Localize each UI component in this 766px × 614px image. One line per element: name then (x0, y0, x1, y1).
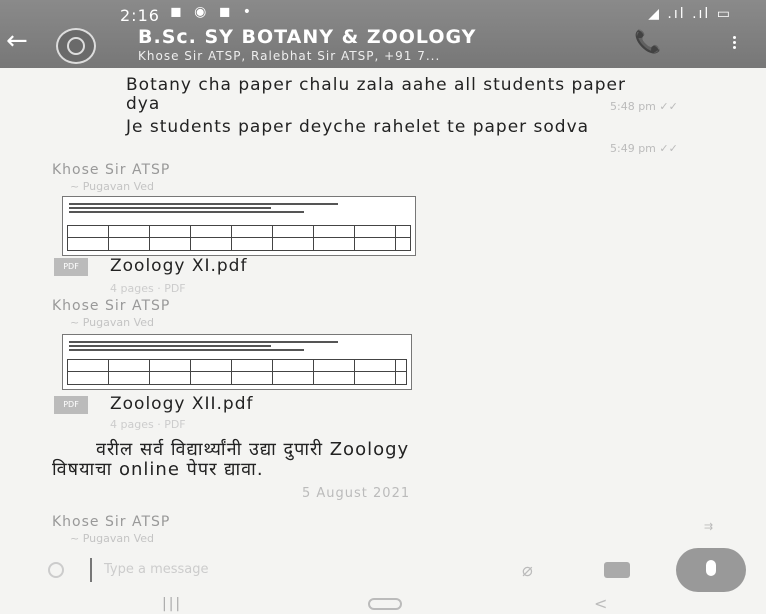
message-input[interactable]: Type a message (84, 558, 384, 584)
attach-icon[interactable]: ⌀ (522, 560, 552, 581)
camera-icon[interactable] (604, 562, 630, 578)
file-meta: 4 pages · PDF (110, 282, 186, 295)
back-icon[interactable]: < (594, 594, 607, 613)
sender-subname: ~ Pugavan Ved (70, 316, 154, 329)
more-options-icon[interactable] (730, 34, 738, 56)
file-meta: 4 pages · PDF (110, 418, 186, 431)
document-preview[interactable] (62, 196, 416, 256)
sender-subname: ~ Pugavan Ved (70, 180, 154, 193)
back-arrow-icon[interactable]: ← (6, 28, 28, 54)
chat-participants[interactable]: Khose Sir ATSP, Ralebhat Sir ATSP, +91 7… (138, 49, 440, 63)
forward-icon[interactable]: ⇉ (704, 520, 713, 533)
file-name[interactable]: Zoology XI.pdf (110, 256, 247, 276)
sender-subname: ~ Pugavan Ved (70, 532, 154, 545)
message-text: Je students paper deyche rahelet te pape… (126, 117, 590, 137)
message-text: वरील सर्व विद्यार्थ्यांनी उद्या दुपारी Z… (96, 439, 410, 460)
emoji-icon[interactable] (48, 562, 64, 578)
pdf-file-icon: PDF (54, 258, 88, 276)
message-time: 5:48 pm ✓✓ (610, 100, 678, 113)
chat-header: 2:16 ◼ ◉ ◼ • ◢ .ıl .ıl ▭ ← B.Sc. SY BOTA… (0, 0, 766, 68)
status-notification-icons: ◼ ◉ ◼ • (170, 4, 256, 20)
status-time: 2:16 (120, 6, 160, 25)
mic-button[interactable] (676, 548, 746, 592)
sender-name: Khose Sir ATSP (52, 514, 171, 530)
chat-title[interactable]: B.Sc. SY BOTANY & ZOOLOGY (138, 26, 476, 48)
file-name[interactable]: Zoology XII.pdf (110, 394, 253, 414)
date-separator: 5 August 2021 (302, 486, 411, 501)
status-signal-icons: ◢ .ıl .ıl ▭ (648, 6, 732, 22)
recent-apps-icon[interactable]: ||| (162, 596, 182, 612)
sender-name: Khose Sir ATSP (52, 298, 171, 314)
message-input-bar: Type a message ⌀ (0, 548, 766, 592)
system-navbar: ||| < (0, 592, 766, 614)
document-preview[interactable] (62, 334, 412, 390)
home-icon[interactable] (368, 598, 402, 610)
add-call-icon[interactable]: 📞 (634, 30, 662, 58)
sender-name: Khose Sir ATSP (52, 162, 171, 178)
message-text: Botany cha paper chalu zala aahe all stu… (126, 75, 626, 114)
message-text: विषयाचा online पेपर द्यावा. (52, 459, 264, 480)
message-input-placeholder: Type a message (104, 562, 209, 577)
message-time: 5:49 pm ✓✓ (610, 142, 678, 155)
group-avatar[interactable] (56, 28, 96, 64)
pdf-file-icon: PDF (54, 396, 88, 414)
